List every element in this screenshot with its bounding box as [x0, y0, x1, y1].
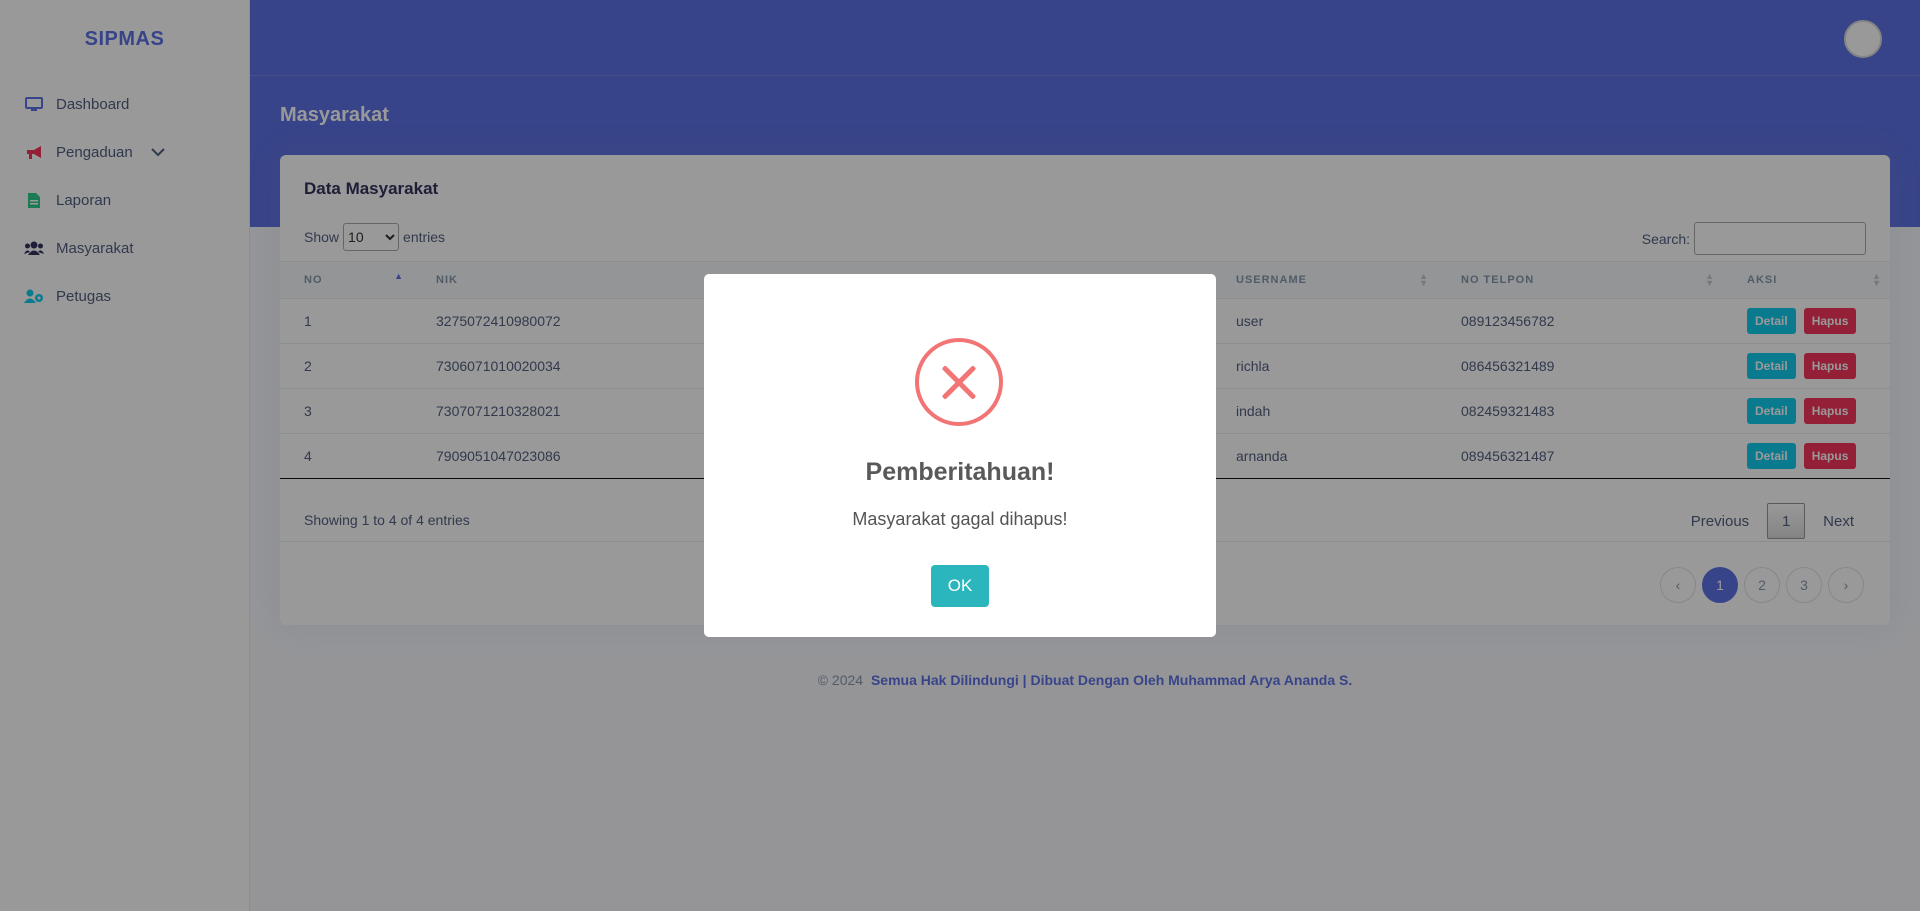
error-icon — [915, 338, 1003, 426]
modal-message: Masyarakat gagal dihapus! — [852, 509, 1068, 529]
ok-button[interactable]: OK — [931, 565, 989, 607]
modal-title: Pemberitahuan! — [865, 458, 1055, 486]
alert-modal: Pemberitahuan! Masyarakat gagal dihapus!… — [704, 274, 1216, 637]
